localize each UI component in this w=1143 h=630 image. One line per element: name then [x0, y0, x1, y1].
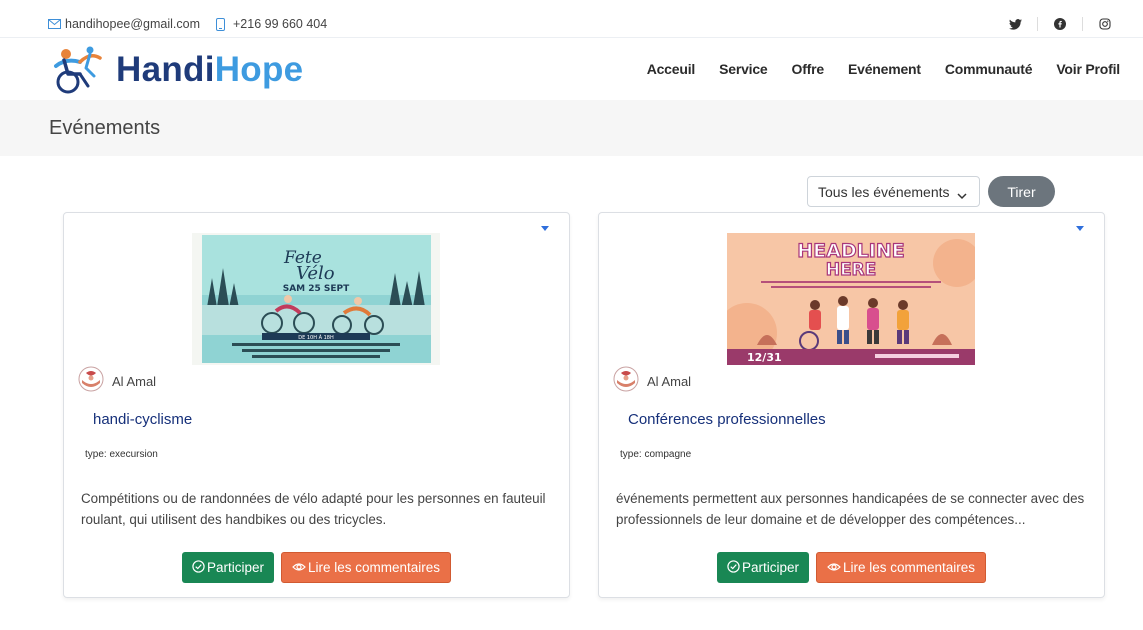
poster-banner: DE 10H À 18H — [298, 334, 334, 341]
poster-date: 12/31 — [747, 351, 782, 364]
poster-headline1: HEADLINE — [797, 240, 904, 262]
organization[interactable]: Al Amal — [613, 366, 691, 397]
event-card: Fete Vélo SAM 25 SEPT DE 10H À 18H Al Am… — [63, 212, 570, 598]
event-type: type: compagne — [620, 449, 692, 460]
event-card: HEADLINE HERE 12/31 Al Amal Conférences … — [598, 212, 1105, 598]
phone-icon — [216, 17, 225, 31]
wheelchair-logo-icon — [50, 44, 106, 96]
envelope-icon — [48, 19, 61, 29]
eye-icon — [292, 560, 306, 575]
email-text: handihopee@gmail.com — [65, 17, 200, 31]
page-title-bar: Evénements — [0, 100, 1143, 156]
read-comments-button[interactable]: Lire les commentaires — [280, 552, 452, 583]
participate-button[interactable]: Participer — [716, 552, 809, 583]
card-menu-caret-icon[interactable] — [1076, 226, 1084, 231]
nav-communaute[interactable]: Communauté — [945, 61, 1033, 77]
organization-name: Al Amal — [112, 374, 157, 389]
organization-name: Al Amal — [647, 374, 692, 389]
chevron-down-icon — [957, 187, 967, 203]
nav-service[interactable]: Service — [719, 61, 768, 77]
instagram-icon[interactable] — [1097, 16, 1113, 32]
card-menu-caret-icon[interactable] — [541, 226, 549, 231]
read-comments-label: Lire les commentaires — [307, 560, 441, 575]
brand-logo[interactable]: HandiHope — [50, 44, 303, 96]
event-description: Compétitions ou de randonnées de vélo ad… — [81, 491, 546, 527]
organization-logo-icon — [613, 366, 639, 397]
poster-date: SAM 25 SEPT — [283, 284, 350, 294]
card-actions: Participer Lire les commentaires — [64, 552, 569, 583]
facebook-icon[interactable] — [1052, 16, 1068, 32]
brand-name-part1: Handi — [116, 50, 215, 89]
event-poster-image: Fete Vélo SAM 25 SEPT DE 10H À 18H — [192, 233, 440, 365]
read-comments-button[interactable]: Lire les commentaires — [815, 552, 987, 583]
event-description: événements permettent aux personnes hand… — [616, 491, 1085, 527]
topbar: handihopee@gmail.com +216 99 660 404 — [0, 0, 1143, 38]
event-poster-image: HEADLINE HERE 12/31 — [727, 233, 975, 365]
poster-headline2: Vélo — [296, 263, 335, 284]
main-nav: Acceuil Service Offre Evénement Communau… — [647, 61, 1121, 77]
card-actions: Participer Lire les commentaires — [599, 552, 1104, 583]
poster-headline2: HERE — [826, 260, 877, 280]
organization[interactable]: Al Amal — [78, 366, 156, 397]
event-title[interactable]: Conférences professionnelles — [628, 411, 826, 428]
eye-icon — [827, 560, 841, 575]
divider — [1037, 17, 1038, 31]
phone-text: +216 99 660 404 — [233, 17, 328, 31]
read-comments-label: Lire les commentaires — [842, 560, 976, 575]
nav-offre[interactable]: Offre — [792, 61, 825, 77]
page-title: Evénements — [49, 117, 161, 139]
divider — [1082, 17, 1083, 31]
participate-button[interactable]: Participer — [181, 552, 274, 583]
check-circle-icon — [192, 559, 205, 576]
email-contact[interactable]: handihopee@gmail.com — [48, 17, 200, 31]
event-filter-select[interactable]: Tous les événements — [807, 176, 980, 207]
brand-name-part2: Hope — [214, 50, 304, 89]
brand-name: HandiHope — [116, 50, 303, 90]
participate-label: Participer — [206, 560, 264, 575]
nav-evenement[interactable]: Evénement — [848, 61, 921, 77]
event-type: type: execursion — [85, 449, 158, 460]
phone-contact[interactable]: +216 99 660 404 — [216, 17, 327, 31]
nav-acceuil[interactable]: Acceuil — [647, 61, 696, 77]
social-links — [1007, 16, 1113, 32]
main-header: HandiHope Acceuil Service Offre Evénemen… — [0, 38, 1143, 100]
nav-voir-profil[interactable]: Voir Profil — [1056, 61, 1120, 77]
organization-logo-icon — [78, 366, 104, 397]
event-title[interactable]: handi-cyclisme — [93, 411, 192, 428]
participate-label: Participer — [741, 560, 799, 575]
filter-selected-value: Tous les événements — [818, 183, 950, 200]
tirer-button[interactable]: Tirer — [988, 176, 1055, 207]
check-circle-icon — [727, 559, 740, 576]
twitter-icon[interactable] — [1007, 16, 1023, 32]
